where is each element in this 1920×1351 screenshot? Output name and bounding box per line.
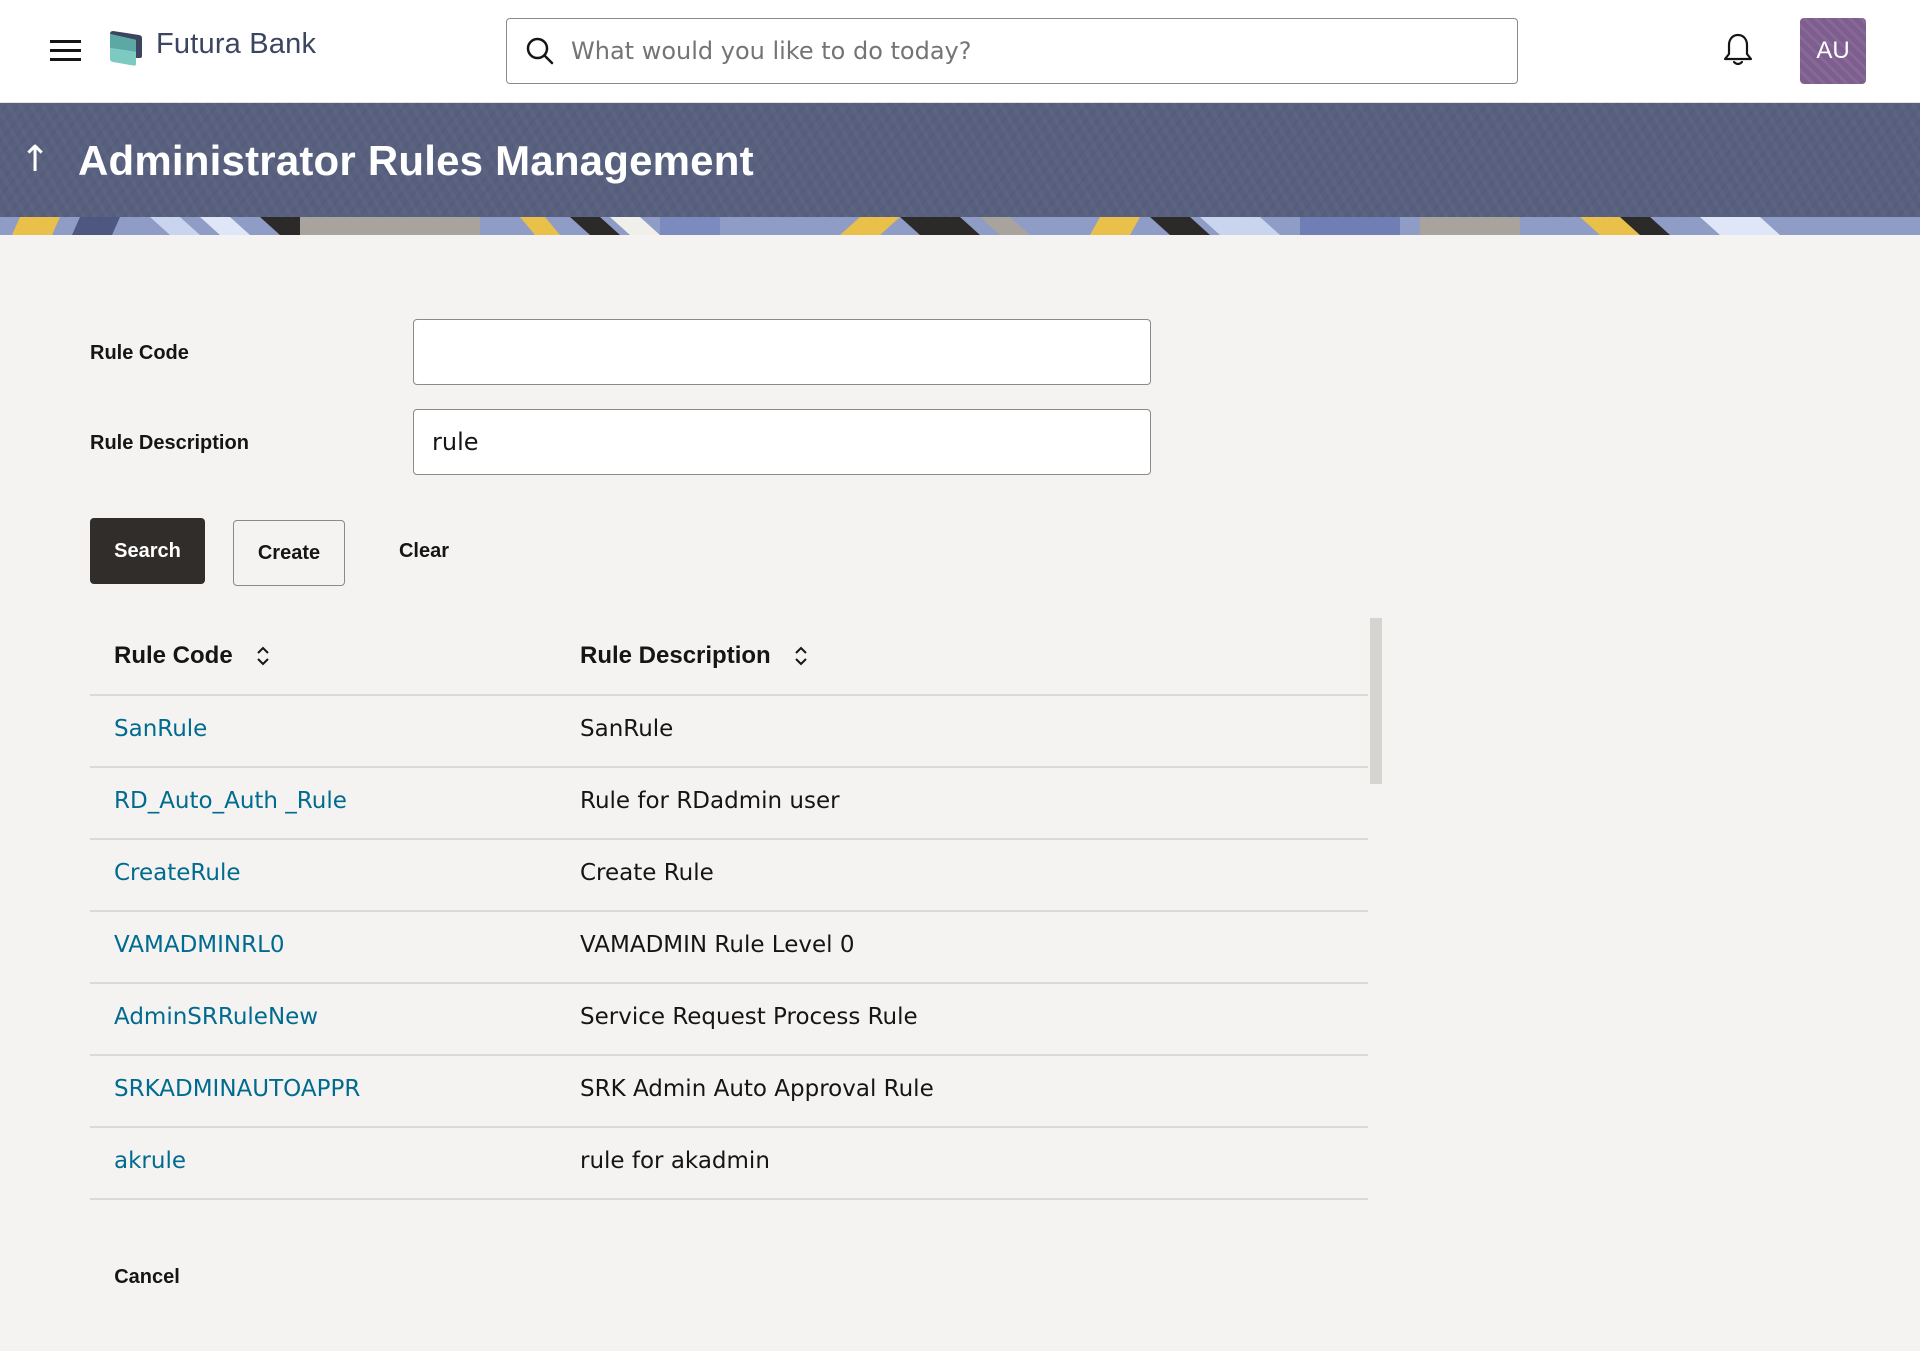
top-bar: Futura Bank AU: [0, 0, 1920, 103]
rule-code-link[interactable]: RD_Auto_Auth _Rule: [114, 788, 347, 814]
table-scrollbar[interactable]: [1370, 618, 1382, 784]
rule-code-link[interactable]: SRKADMINAUTOAPPR: [114, 1076, 360, 1102]
rule-description-cell: Service Request Process Rule: [580, 1004, 918, 1030]
rule-code-input[interactable]: [413, 319, 1151, 385]
table-row: SRKADMINAUTOAPPR SRK Admin Auto Approval…: [90, 1056, 1368, 1128]
rule-description-input[interactable]: [413, 409, 1151, 475]
table-row: CreateRule Create Rule: [90, 840, 1368, 912]
cancel-button[interactable]: Cancel: [100, 1250, 194, 1304]
table-row: AdminSRRuleNew Service Request Process R…: [90, 984, 1368, 1056]
table-row: RD_Auto_Auth _Rule Rule for RDadmin user: [90, 768, 1368, 840]
global-search-input[interactable]: [571, 19, 1501, 83]
brand-name: Futura Bank: [156, 28, 317, 60]
rule-code-link[interactable]: AdminSRRuleNew: [114, 1004, 318, 1030]
back-arrow-icon[interactable]: ↑: [20, 139, 50, 180]
rule-description-cell: SRK Admin Auto Approval Rule: [580, 1076, 934, 1102]
hamburger-menu-icon[interactable]: [50, 38, 82, 64]
page-title: Administrator Rules Management: [78, 137, 754, 184]
create-button[interactable]: Create: [233, 520, 345, 586]
rule-description-label: Rule Description: [90, 432, 249, 454]
column-header-label: Rule Code: [114, 642, 233, 669]
global-search[interactable]: [506, 18, 1518, 84]
search-icon: [526, 37, 554, 65]
sort-icon[interactable]: [793, 644, 809, 668]
table-row: VAMADMINRL0 VAMADMIN Rule Level 0: [90, 912, 1368, 984]
avatar-initials: AU: [1816, 37, 1850, 64]
sort-icon[interactable]: [255, 644, 271, 668]
table-row: akrule rule for akadmin: [90, 1128, 1368, 1200]
rule-description-cell: Rule for RDadmin user: [580, 788, 840, 814]
page-banner: ↑ Administrator Rules Management: [0, 103, 1920, 235]
user-avatar[interactable]: AU: [1800, 18, 1866, 84]
bell-icon[interactable]: [1722, 32, 1754, 68]
clear-button[interactable]: Clear: [384, 518, 464, 584]
rule-code-link[interactable]: SanRule: [114, 716, 207, 742]
rule-code-link[interactable]: akrule: [114, 1148, 186, 1174]
table-row: SanRule SanRule: [90, 696, 1368, 768]
rules-table: Rule Code Rule Description SanRule SanRu…: [90, 618, 1368, 1200]
rule-code-label: Rule Code: [90, 342, 189, 364]
logo-icon: [110, 31, 142, 66]
rule-description-cell: rule for akadmin: [580, 1148, 770, 1174]
rule-description-cell: VAMADMIN Rule Level 0: [580, 932, 855, 958]
column-header-rule-code[interactable]: Rule Code: [114, 642, 271, 670]
table-header: Rule Code Rule Description: [90, 618, 1368, 696]
column-header-label: Rule Description: [580, 642, 771, 669]
decorative-strip: [0, 217, 1920, 235]
rule-code-link[interactable]: VAMADMINRL0: [114, 932, 285, 958]
search-button[interactable]: Search: [90, 518, 205, 584]
rule-description-cell: Create Rule: [580, 860, 714, 886]
column-header-rule-description[interactable]: Rule Description: [580, 642, 809, 670]
rule-description-cell: SanRule: [580, 716, 674, 742]
rule-code-link[interactable]: CreateRule: [114, 860, 241, 886]
